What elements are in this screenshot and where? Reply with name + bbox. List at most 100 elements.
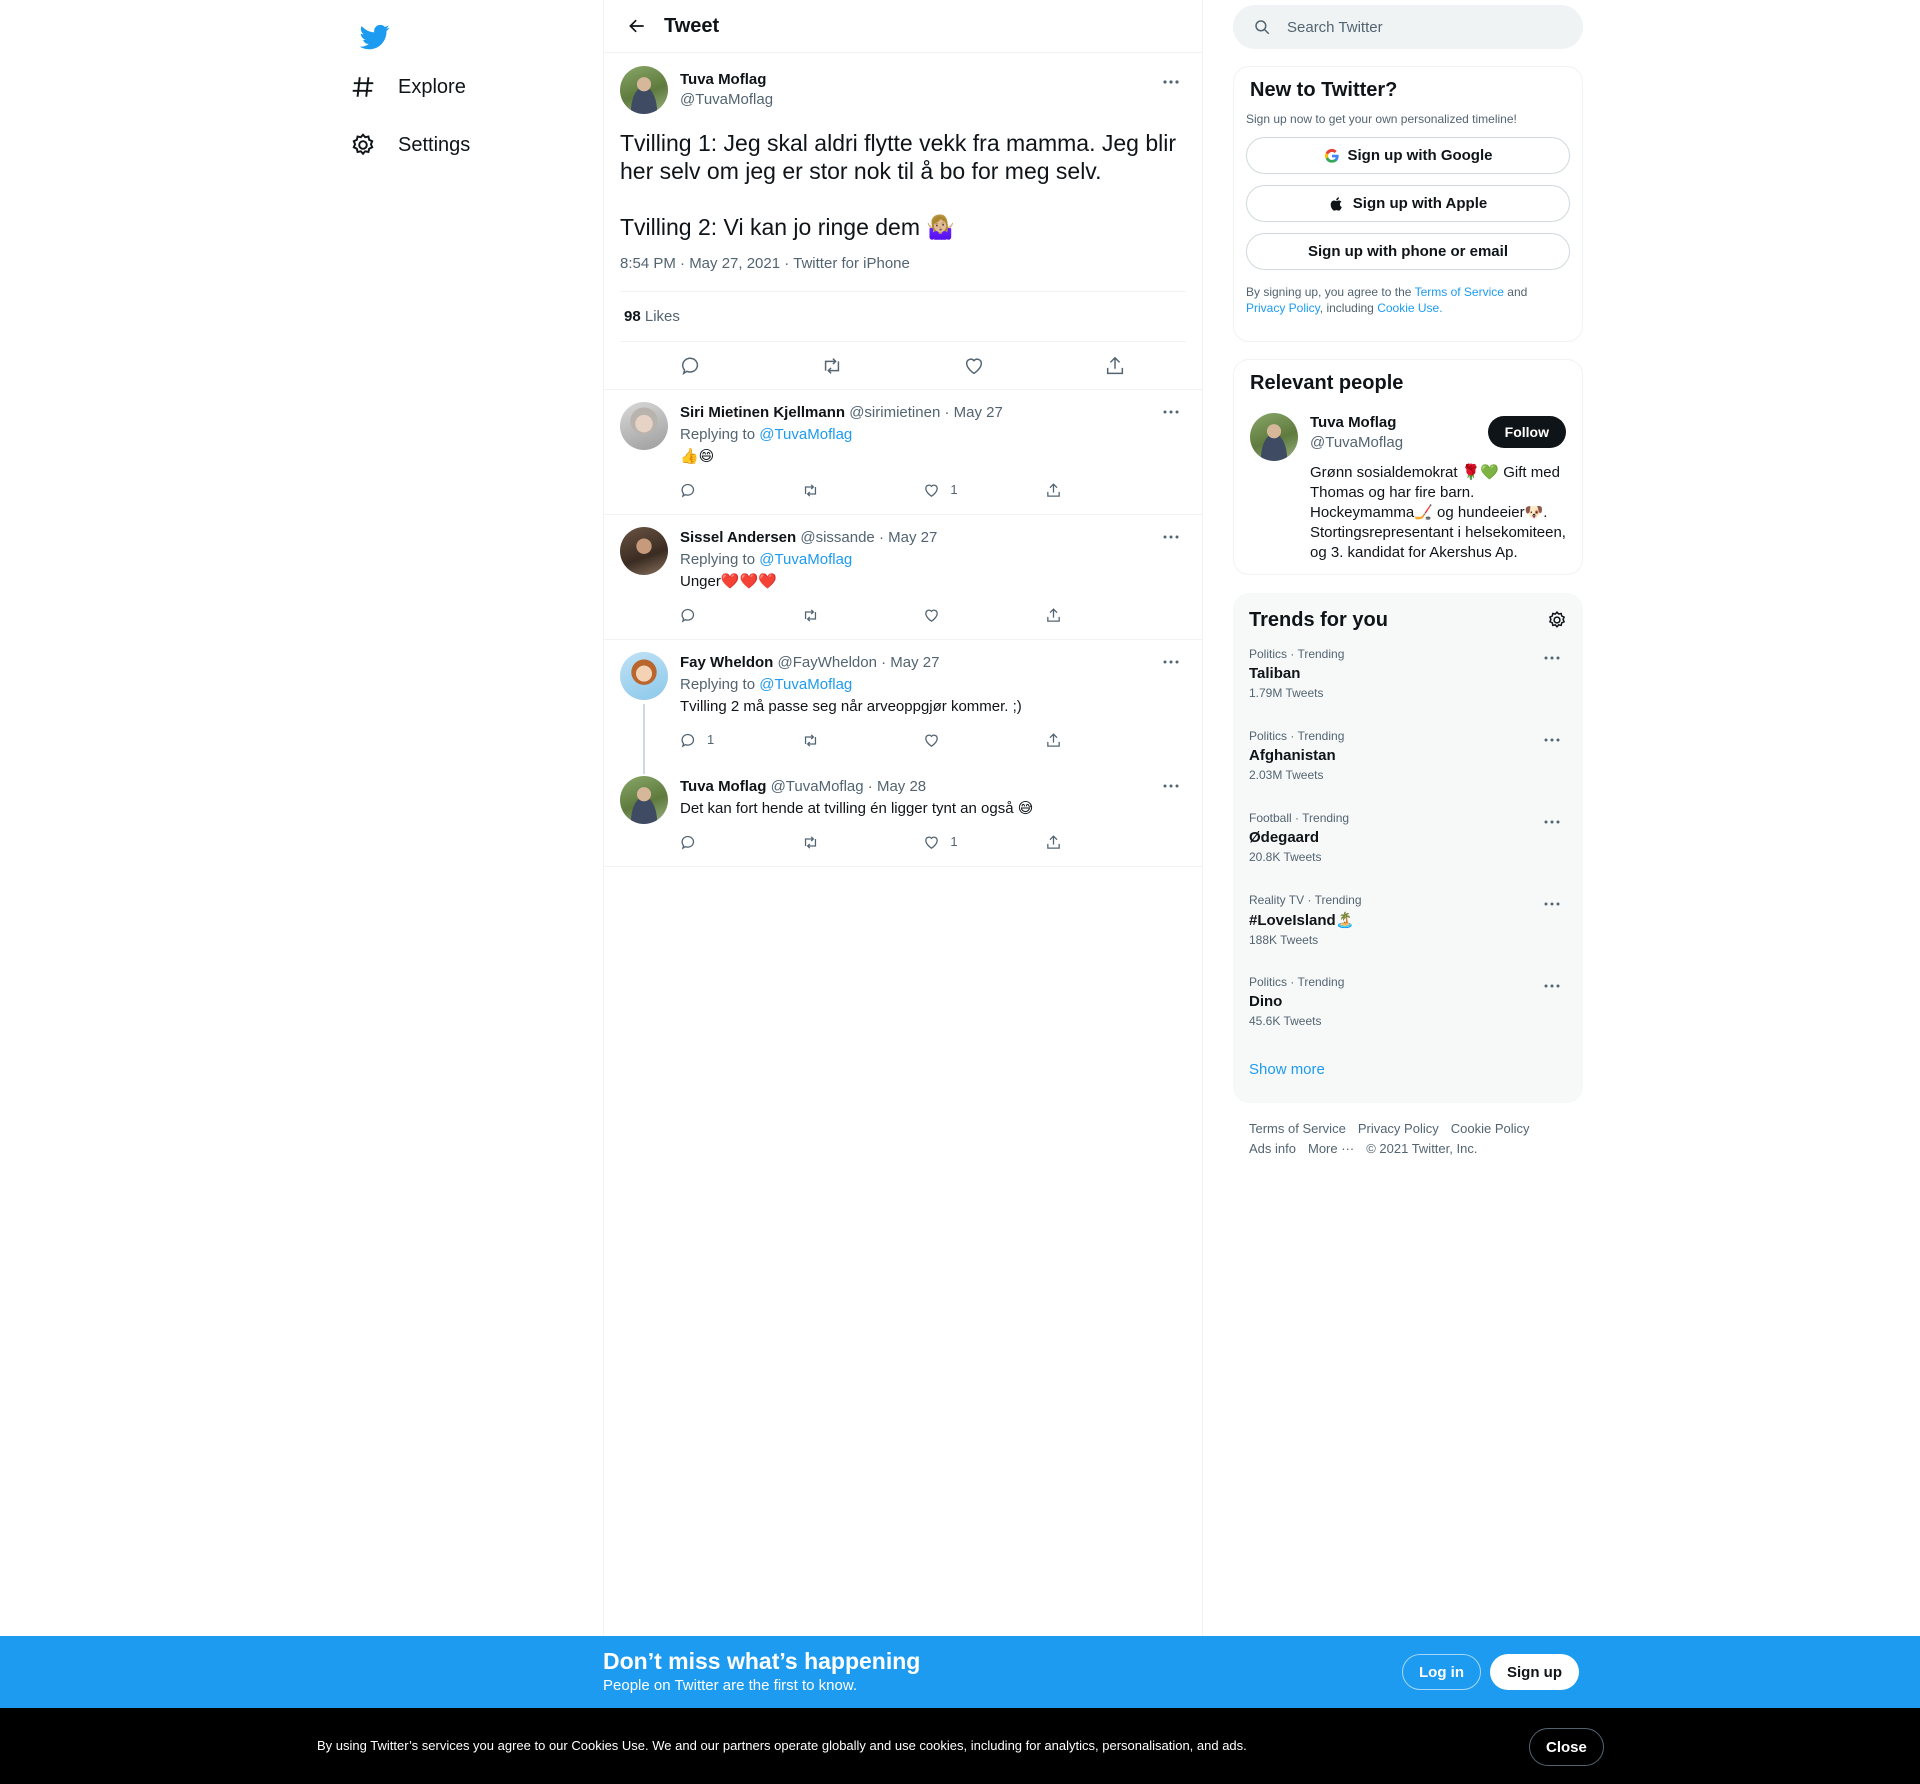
retweet-icon[interactable]	[802, 834, 862, 851]
person-item[interactable]: Tuva Moflag @TuvaMoflag Follow Grønn sos…	[1250, 413, 1566, 563]
reply-date[interactable]: May 27	[890, 654, 939, 671]
trend-item[interactable]: Politics · Trending Afghanistan 2.03M Tw…	[1249, 717, 1567, 799]
reply-icon[interactable]	[680, 482, 740, 499]
person-handle[interactable]: @TuvaMoflag	[1310, 433, 1403, 453]
replying-to: Replying to @TuvaMoflag	[680, 674, 1186, 696]
replying-to-link[interactable]: @TuvaMoflag	[759, 551, 852, 568]
author-name[interactable]: Tuva Moflag	[680, 70, 773, 90]
page-title: Tweet	[664, 14, 720, 37]
reply-author-name[interactable]: Fay Wheldon	[680, 654, 773, 671]
reply-tweet[interactable]: Fay Wheldon @FayWheldon · May 27 Replyin…	[604, 640, 1202, 774]
signup-phone-button[interactable]: Sign up with phone or email	[1246, 233, 1570, 270]
footer-more-link[interactable]: More ···	[1308, 1139, 1354, 1159]
heart-icon[interactable]: 1	[923, 479, 983, 501]
reply-author-name[interactable]: Tuva Moflag	[680, 778, 766, 795]
terms-link[interactable]: Terms of Service	[1415, 285, 1504, 299]
nav-settings[interactable]: Settings	[350, 120, 470, 170]
trend-name: Ødegaard	[1249, 829, 1320, 846]
reply-date[interactable]: May 28	[877, 778, 926, 795]
more-icon[interactable]	[1537, 731, 1567, 749]
back-arrow-icon[interactable]	[620, 9, 654, 43]
more-icon[interactable]	[1537, 813, 1567, 831]
likes-stat[interactable]: 98 Likes	[620, 291, 1186, 342]
reply-date[interactable]: May 27	[888, 529, 937, 546]
search-bar[interactable]	[1233, 5, 1583, 49]
more-icon[interactable]	[1156, 67, 1186, 97]
legal-text: By signing up, you agree to the	[1246, 285, 1412, 299]
trend-item[interactable]: Football · Trending Ødegaard 20.8K Tweet…	[1249, 799, 1567, 881]
person-name[interactable]: Tuva Moflag	[1310, 413, 1403, 433]
reply-action-bar	[680, 599, 1105, 631]
separator-dot: ·	[944, 404, 950, 421]
avatar[interactable]	[620, 652, 668, 700]
trend-item[interactable]: Politics · Trending Dino 45.6K Tweets	[1249, 963, 1567, 1045]
share-icon[interactable]	[1097, 348, 1133, 384]
cookie-close-button[interactable]: Close	[1529, 1728, 1604, 1766]
avatar[interactable]	[620, 402, 668, 450]
nav-explore[interactable]: Explore	[350, 62, 466, 112]
share-icon[interactable]	[1045, 607, 1105, 624]
search-input[interactable]	[1287, 18, 1547, 36]
more-icon[interactable]	[1537, 649, 1567, 667]
heart-icon[interactable]	[956, 348, 992, 384]
trend-item[interactable]: Reality TV · Trending #LoveIsland🏝️ 188K…	[1249, 881, 1567, 963]
reply-tweet[interactable]: Siri Mietinen Kjellmann @sirimietinen · …	[604, 390, 1202, 515]
show-more-link[interactable]: Show more	[1249, 1061, 1567, 1078]
reply-date[interactable]: May 27	[954, 404, 1003, 421]
footer-privacy-link[interactable]: Privacy Policy	[1358, 1119, 1439, 1139]
reply-author-handle[interactable]: @TuvaMoflag	[771, 778, 864, 795]
signup-google-button[interactable]: Sign up with Google	[1246, 137, 1570, 174]
more-icon[interactable]	[1156, 527, 1186, 547]
footer-ads-link[interactable]: Ads info	[1249, 1139, 1296, 1159]
reply-icon[interactable]	[680, 607, 740, 624]
reply-icon[interactable]	[673, 348, 709, 384]
reply-text: Det kan fort hende at tvilling én ligger…	[680, 800, 1034, 817]
tweet-timestamp[interactable]: 8:54 PM · May 27, 2021 · Twitter for iPh…	[620, 255, 1186, 275]
author-handle[interactable]: @TuvaMoflag	[680, 90, 773, 110]
retweet-icon[interactable]	[802, 482, 862, 499]
retweet-icon[interactable]	[814, 348, 850, 384]
more-icon[interactable]	[1156, 402, 1186, 422]
heart-icon[interactable]: 1	[923, 831, 983, 853]
more-icon[interactable]	[1537, 977, 1567, 995]
reply-author-handle[interactable]: @sissande	[800, 529, 874, 546]
heart-icon[interactable]	[923, 732, 983, 749]
trend-name: #LoveIsland🏝️	[1249, 912, 1355, 929]
signup-button[interactable]: Sign up	[1490, 1654, 1579, 1690]
footer-terms-link[interactable]: Terms of Service	[1249, 1119, 1346, 1139]
signup-apple-button[interactable]: Sign up with Apple	[1246, 185, 1570, 222]
trend-item[interactable]: Politics · Trending Taliban 1.79M Tweets	[1249, 635, 1567, 717]
twitter-bird-icon[interactable]	[350, 12, 400, 62]
avatar[interactable]	[620, 527, 668, 575]
share-icon[interactable]	[1045, 732, 1105, 749]
reply-author-handle[interactable]: @FayWheldon	[778, 654, 877, 671]
reply-author-name[interactable]: Siri Mietinen Kjellmann	[680, 404, 845, 421]
avatar[interactable]	[620, 66, 668, 114]
privacy-link[interactable]: Privacy Policy	[1246, 301, 1320, 315]
reply-icon[interactable]	[680, 834, 740, 851]
replying-to-link[interactable]: @TuvaMoflag	[759, 426, 852, 443]
cookie-link[interactable]: Cookie Use.	[1377, 301, 1442, 315]
avatar[interactable]	[620, 776, 668, 824]
retweet-icon[interactable]	[802, 607, 862, 624]
more-icon[interactable]	[1156, 652, 1186, 672]
signup-prompt-bar: Don’t miss what’s happening People on Tw…	[0, 1636, 1920, 1708]
follow-button[interactable]: Follow	[1487, 416, 1566, 448]
heart-icon[interactable]	[923, 607, 983, 624]
footer-cookie-link[interactable]: Cookie Policy	[1451, 1119, 1530, 1139]
retweet-icon[interactable]	[802, 732, 862, 749]
share-icon[interactable]	[1045, 482, 1105, 499]
avatar[interactable]	[1250, 413, 1298, 461]
reply-icon[interactable]: 1	[680, 729, 740, 751]
reply-tweet[interactable]: Tuva Moflag @TuvaMoflag · May 28 Det kan…	[604, 764, 1202, 867]
reply-author-handle[interactable]: @sirimietinen	[849, 404, 940, 421]
login-button[interactable]: Log in	[1402, 1654, 1481, 1690]
more-icon[interactable]	[1156, 776, 1186, 796]
more-icon[interactable]	[1537, 895, 1567, 913]
reply-author-name[interactable]: Sissel Andersen	[680, 529, 796, 546]
gear-icon[interactable]	[1547, 610, 1567, 630]
reply-text: Tvilling 2 må passe seg når arveoppgjør …	[680, 698, 1022, 715]
share-icon[interactable]	[1045, 834, 1105, 851]
replying-to-link[interactable]: @TuvaMoflag	[759, 676, 852, 693]
reply-tweet[interactable]: Sissel Andersen @sissande · May 27 Reply…	[604, 515, 1202, 640]
